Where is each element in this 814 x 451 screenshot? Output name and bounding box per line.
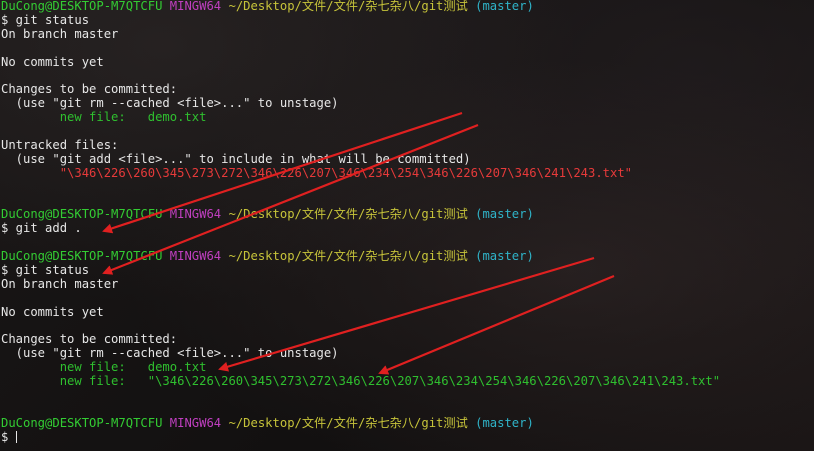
prompt-shell: MINGW64 bbox=[169, 249, 222, 264]
output-text: No commits yet bbox=[1, 304, 104, 319]
input-line[interactable]: $ bbox=[1, 429, 814, 445]
output-line: $ git add . bbox=[1, 221, 814, 236]
prompt-user-host: DuCong@DESKTOP-M7QTCFU bbox=[1, 207, 163, 222]
prompt-line: DuCong@DESKTOP-M7QTCFU MINGW64 ~/Desktop… bbox=[1, 415, 814, 431]
prompt-branch: (master) bbox=[475, 249, 534, 264]
prompt-branch: (master) bbox=[475, 0, 534, 13]
terminal-output[interactable]: DuCong@DESKTOP-M7QTCFU MINGW64 ~/Desktop… bbox=[1, 0, 814, 451]
output-text: new file: demo.txt bbox=[1, 110, 207, 125]
output-text: $ git status bbox=[1, 262, 90, 277]
output-text: On branch master bbox=[1, 276, 119, 291]
output-line: No commits yet bbox=[1, 304, 814, 320]
output-line: Changes to be committed: bbox=[1, 82, 814, 97]
output-line: (use "git add <file>..." to include in w… bbox=[1, 151, 814, 167]
output-line: new file: demo.txt bbox=[1, 360, 814, 375]
prompt-path: ~/Desktop/文件/文件/杂七杂八/git测试 bbox=[228, 0, 468, 13]
output-text: Changes to be committed: bbox=[1, 332, 178, 347]
prompt-user-host: DuCong@DESKTOP-M7QTCFU bbox=[1, 0, 163, 13]
prompt-user-host: DuCong@DESKTOP-M7QTCFU bbox=[1, 415, 163, 430]
output-line: "\346\226\260\345\273\272\346\226\207\34… bbox=[1, 165, 814, 181]
prompt-line: DuCong@DESKTOP-M7QTCFU MINGW64 ~/Desktop… bbox=[1, 207, 814, 222]
output-line: new file: "\346\226\260\345\273\272\346\… bbox=[1, 374, 814, 389]
output-text: (use "git rm --cached <file>..." to unst… bbox=[1, 96, 339, 111]
output-text: $ git add . bbox=[1, 221, 82, 236]
output-line: No commits yet bbox=[1, 54, 814, 70]
output-text: new file: "\346\226\260\345\273\272\346\… bbox=[1, 374, 721, 389]
prompt-branch: (master) bbox=[475, 207, 534, 222]
output-line: new file: demo.txt bbox=[1, 110, 814, 125]
prompt-shell: MINGW64 bbox=[169, 0, 222, 13]
output-line: On branch master bbox=[1, 276, 814, 292]
output-line: Changes to be committed: bbox=[1, 332, 814, 347]
output-line: (use "git rm --cached <file>..." to unst… bbox=[1, 346, 814, 361]
text-cursor bbox=[15, 430, 17, 443]
prompt-shell: MINGW64 bbox=[169, 415, 222, 430]
prompt-path: ~/Desktop/文件/文件/杂七杂八/git测试 bbox=[228, 249, 468, 264]
prompt-line: DuCong@DESKTOP-M7QTCFU MINGW64 ~/Desktop… bbox=[1, 0, 814, 14]
output-text: "\346\226\260\345\273\272\346\226\207\34… bbox=[1, 165, 633, 180]
output-line: (use "git rm --cached <file>..." to unst… bbox=[1, 96, 814, 111]
output-text: No commits yet bbox=[1, 54, 104, 69]
prompt-branch: (master) bbox=[475, 415, 534, 430]
prompt-line: DuCong@DESKTOP-M7QTCFU MINGW64 ~/Desktop… bbox=[1, 249, 814, 264]
input-prompt: $ bbox=[1, 429, 16, 444]
output-text: $ git status bbox=[1, 12, 90, 27]
prompt-path: ~/Desktop/文件/文件/杂七杂八/git测试 bbox=[228, 207, 468, 222]
prompt-path: ~/Desktop/文件/文件/杂七杂八/git测试 bbox=[228, 415, 468, 430]
prompt-shell: MINGW64 bbox=[169, 207, 222, 222]
output-text: new file: demo.txt bbox=[1, 360, 207, 375]
output-text: (use "git rm --cached <file>..." to unst… bbox=[1, 346, 339, 361]
output-line: $ git status bbox=[1, 262, 814, 278]
output-text: On branch master bbox=[1, 26, 119, 41]
prompt-user-host: DuCong@DESKTOP-M7QTCFU bbox=[1, 249, 163, 264]
output-text: Untracked files: bbox=[1, 137, 119, 152]
output-text: Changes to be committed: bbox=[1, 82, 178, 97]
output-line: Untracked files: bbox=[1, 137, 814, 153]
output-line: $ git status bbox=[1, 12, 814, 28]
output-text: (use "git add <file>..." to include in w… bbox=[1, 151, 471, 166]
output-line: On branch master bbox=[1, 26, 814, 42]
